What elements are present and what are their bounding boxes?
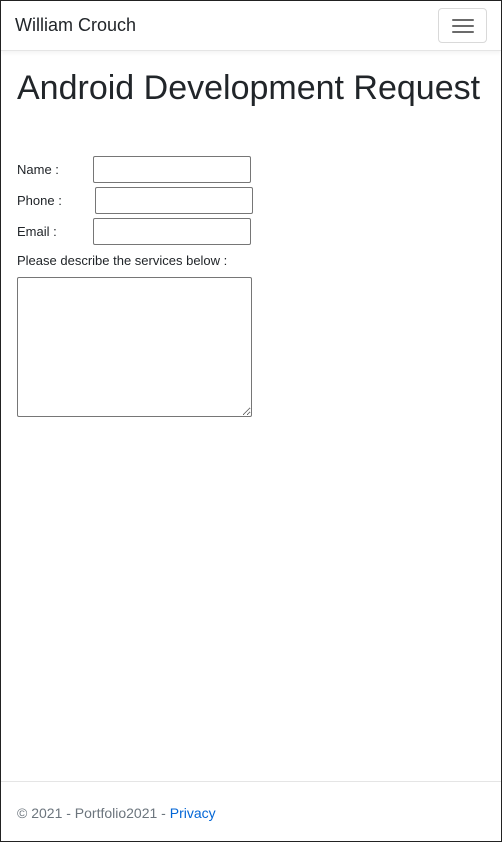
page-frame: William Crouch Android Development Reque… bbox=[0, 0, 502, 842]
name-field[interactable] bbox=[93, 156, 251, 183]
hamburger-menu-icon-bar bbox=[452, 25, 474, 27]
page-title: Android Development Request bbox=[17, 69, 481, 107]
privacy-link[interactable]: Privacy bbox=[170, 805, 216, 821]
page-footer: © 2021 - Portfolio2021 - Privacy bbox=[1, 781, 501, 841]
top-navbar: William Crouch bbox=[1, 1, 501, 51]
phone-field[interactable] bbox=[95, 187, 253, 214]
footer-text: © 2021 - Portfolio2021 - Privacy bbox=[17, 805, 216, 821]
hamburger-menu-icon-bar bbox=[452, 31, 474, 33]
name-label: Name : bbox=[17, 162, 59, 177]
services-label: Please describe the services below : bbox=[17, 253, 228, 268]
hamburger-menu-icon bbox=[452, 19, 474, 21]
email-field[interactable] bbox=[93, 218, 251, 245]
navbar-toggler-button[interactable] bbox=[438, 8, 487, 43]
phone-label: Phone : bbox=[17, 193, 62, 208]
brand-link[interactable]: William Crouch bbox=[15, 15, 136, 36]
email-label: Email : bbox=[17, 224, 57, 239]
services-textarea[interactable] bbox=[17, 277, 252, 417]
copyright-text: © 2021 - Portfolio2021 - bbox=[17, 805, 170, 821]
